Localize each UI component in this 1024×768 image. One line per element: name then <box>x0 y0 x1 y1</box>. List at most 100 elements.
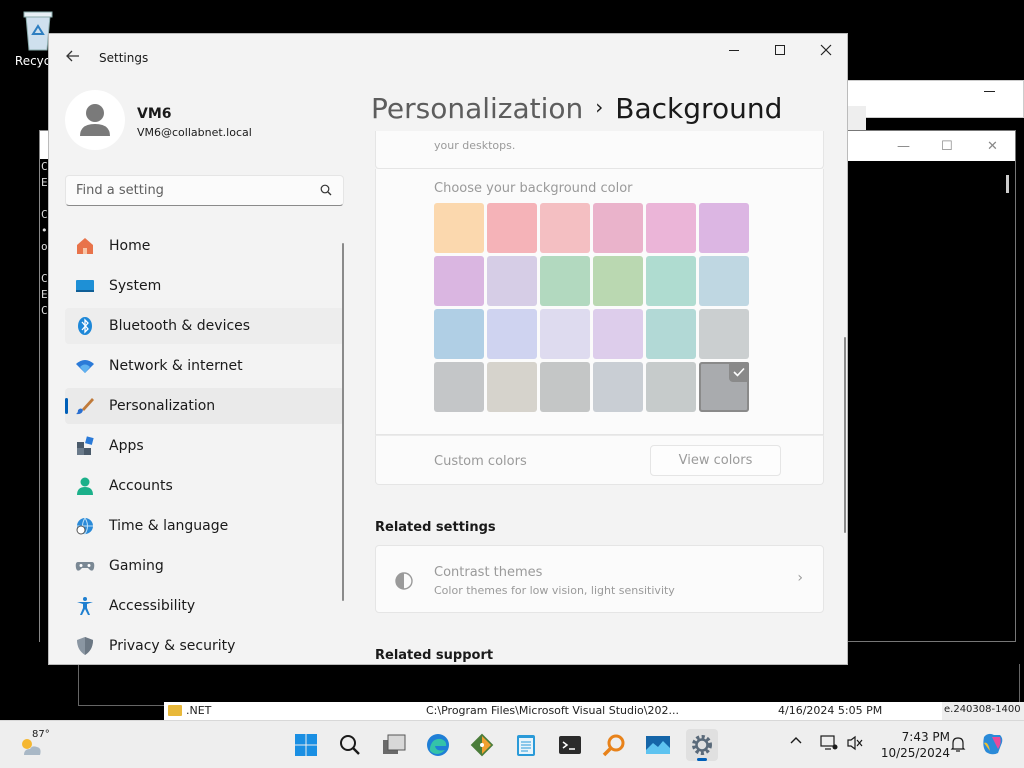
photos-button[interactable] <box>642 729 674 761</box>
selected-indicator <box>65 398 68 414</box>
color-swatch[interactable] <box>593 362 643 412</box>
system-icon <box>75 276 95 296</box>
start-button[interactable] <box>290 729 322 761</box>
view-colors-button[interactable]: View colors <box>650 445 781 476</box>
desktops-card: your desktops. <box>375 131 824 169</box>
color-swatch[interactable] <box>434 256 484 306</box>
start-icon <box>295 734 317 756</box>
color-swatch[interactable] <box>699 309 749 359</box>
color-swatch[interactable] <box>434 362 484 412</box>
git-button[interactable] <box>466 729 498 761</box>
notepad-button[interactable] <box>510 729 542 761</box>
nav-item-gaming[interactable]: Gaming <box>65 548 344 584</box>
settings-icon <box>692 735 712 755</box>
color-swatch[interactable] <box>434 309 484 359</box>
terminal-button[interactable] <box>554 729 586 761</box>
folder-icon <box>168 705 182 716</box>
search-icon[interactable] <box>320 184 332 196</box>
breadcrumb: Personalization › Background <box>371 92 782 125</box>
color-swatch[interactable] <box>593 203 643 253</box>
edge-button[interactable] <box>422 729 454 761</box>
maximize-button[interactable] <box>757 34 803 66</box>
color-swatch[interactable] <box>646 203 696 253</box>
nav-item-time-language[interactable]: Time & language <box>65 508 344 544</box>
chevron-right-icon: › <box>797 570 803 586</box>
color-swatch[interactable] <box>540 362 590 412</box>
scrollbar-thumb[interactable] <box>1006 175 1009 193</box>
file-list-row[interactable]: .NET C:\Program Files\Microsoft Visual S… <box>164 702 942 720</box>
minimize-icon[interactable]: — <box>897 139 910 154</box>
nav-item-privacy-security[interactable]: Privacy & security <box>65 628 344 664</box>
nav-item-system[interactable]: System <box>65 268 344 304</box>
back-button[interactable] <box>63 48 83 68</box>
color-swatch[interactable] <box>699 362 749 412</box>
taskbar-clock[interactable]: 7:43 PM 10/25/2024 <box>870 729 950 761</box>
task-view-button[interactable] <box>378 729 410 761</box>
magnifier-icon <box>602 734 625 757</box>
color-swatch[interactable] <box>487 256 537 306</box>
nav-item-apps[interactable]: Apps <box>65 428 344 464</box>
maximize-icon[interactable]: ☐ <box>941 139 953 154</box>
nav-label: Time & language <box>109 518 229 534</box>
color-swatch[interactable] <box>699 203 749 253</box>
color-swatch[interactable] <box>646 256 696 306</box>
user-email: VM6@collabnet.local <box>137 126 252 139</box>
color-swatch[interactable] <box>699 256 749 306</box>
minimize-icon[interactable] <box>984 91 995 92</box>
background-window-white[interactable] <box>840 80 1024 118</box>
nav-item-accessibility[interactable]: Accessibility <box>65 588 344 624</box>
home-icon <box>75 236 95 256</box>
nav-label: Personalization <box>109 398 216 414</box>
edge-icon <box>427 734 449 756</box>
app-title: Settings <box>99 51 149 65</box>
magnifier-button[interactable] <box>598 729 630 761</box>
weather-widget[interactable]: 87° <box>16 729 56 761</box>
taskbar-search-button[interactable] <box>334 729 366 761</box>
apps-icon <box>75 436 95 456</box>
search-box[interactable] <box>65 175 344 206</box>
color-swatch[interactable] <box>540 309 590 359</box>
custom-colors-row: Custom colors View colors <box>375 435 824 485</box>
color-swatch[interactable] <box>487 309 537 359</box>
volume-muted-icon[interactable] <box>846 735 864 754</box>
nav-item-home[interactable]: Home <box>65 228 344 264</box>
close-icon[interactable]: ✕ <box>987 139 998 154</box>
color-swatch[interactable] <box>593 309 643 359</box>
color-swatch[interactable] <box>593 256 643 306</box>
contrast-themes-subtitle: Color themes for low vision, light sensi… <box>434 584 675 597</box>
search-input[interactable] <box>66 176 306 205</box>
window-side-text: e.240308-1400 <box>942 702 1024 720</box>
contrast-themes-link[interactable]: Contrast themes Color themes for low vis… <box>375 545 824 613</box>
title-bar[interactable]: Settings <box>49 34 847 82</box>
minimize-button[interactable] <box>711 34 757 66</box>
show-hidden-icons-chevron-icon[interactable] <box>790 735 802 750</box>
settings-taskbar-button[interactable] <box>686 729 718 761</box>
maximize-icon <box>775 45 785 55</box>
color-swatch[interactable] <box>487 203 537 253</box>
nav-item-personalization[interactable]: Personalization <box>65 388 344 424</box>
nav-scrollbar[interactable] <box>342 243 344 601</box>
clock-time: 7:43 PM <box>901 730 950 744</box>
color-swatch-grid <box>434 203 749 412</box>
content-scrollbar[interactable] <box>844 337 846 533</box>
nav-item-accounts[interactable]: Accounts <box>65 468 344 504</box>
file-modified: 4/16/2024 5:05 PM <box>778 704 883 717</box>
notification-bell-icon[interactable] <box>950 735 966 756</box>
breadcrumb-parent[interactable]: Personalization <box>371 92 583 125</box>
wifi-icon <box>75 356 95 376</box>
color-swatch[interactable] <box>434 203 484 253</box>
nav-item-bluetooth-devices[interactable]: Bluetooth & devices <box>65 308 344 344</box>
copilot-icon[interactable] <box>980 731 1006 760</box>
network-icon[interactable] <box>820 735 838 754</box>
background-terminal-window[interactable]: — ☐ ✕ <box>840 130 1016 642</box>
color-swatch[interactable] <box>540 203 590 253</box>
color-swatch[interactable] <box>487 362 537 412</box>
close-button[interactable] <box>803 34 847 66</box>
nav-item-network-internet[interactable]: Network & internet <box>65 348 344 384</box>
accounts-icon <box>75 476 95 496</box>
color-swatch[interactable] <box>646 309 696 359</box>
avatar[interactable] <box>65 90 125 150</box>
color-swatch[interactable] <box>646 362 696 412</box>
color-swatch[interactable] <box>540 256 590 306</box>
file-path: C:\Program Files\Microsoft Visual Studio… <box>426 704 679 717</box>
